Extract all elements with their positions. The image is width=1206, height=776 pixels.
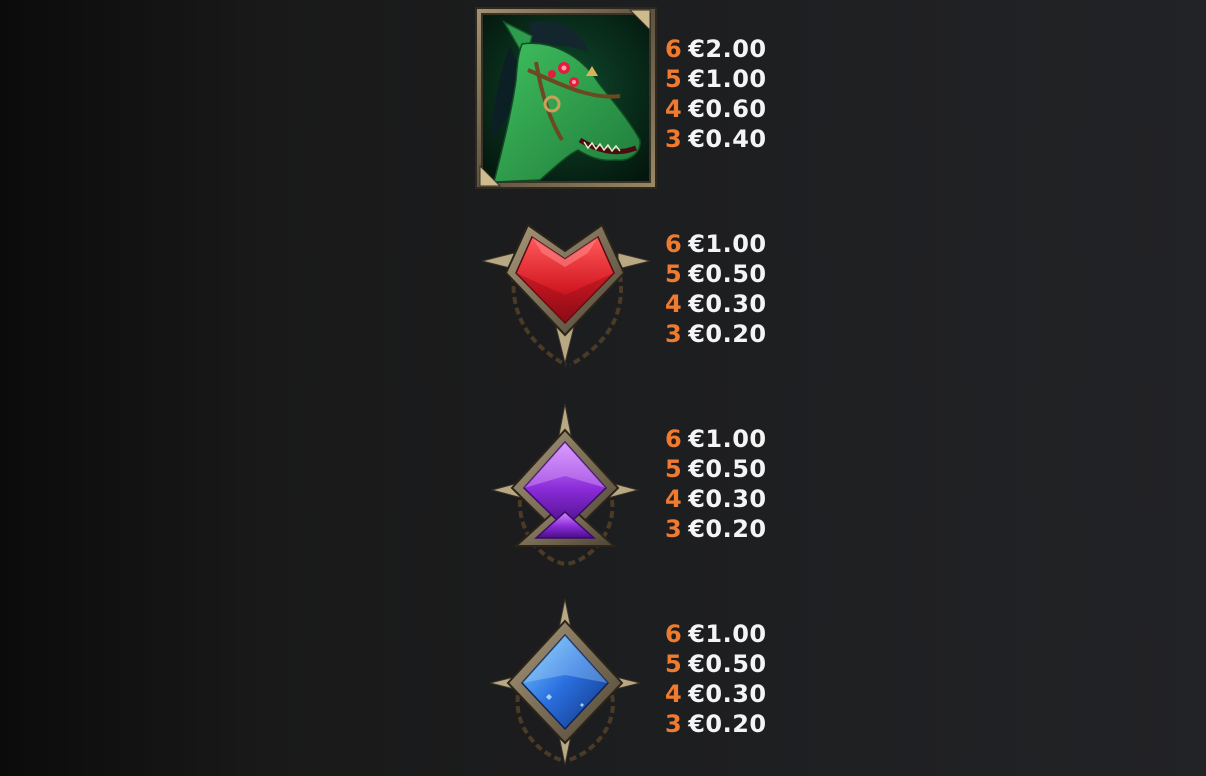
symbol-count: 3 (665, 320, 683, 348)
symbol-count: 5 (665, 65, 683, 93)
payout-line: 5 €0.50 (665, 649, 767, 679)
payout-list: 6 €1.00 5 €0.50 4 €0.30 3 €0.20 (665, 619, 767, 739)
blue-diamond-gem-icon (470, 585, 660, 775)
prize-amount: €1.00 (688, 65, 767, 93)
prize-amount: €2.00 (688, 35, 767, 63)
prize-amount: €1.00 (688, 230, 767, 258)
prize-amount: €0.30 (688, 680, 767, 708)
symbol-count: 5 (665, 260, 683, 288)
payout-line: 6 €1.00 (665, 229, 767, 259)
symbol-count: 4 (665, 485, 683, 513)
symbol-count: 3 (665, 515, 683, 543)
paytable: 6 €2.00 5 €1.00 4 €0.60 3 €0.40 6 €1.00 … (0, 0, 1206, 776)
prize-amount: €1.00 (688, 620, 767, 648)
symbol-count: 3 (665, 125, 683, 153)
payout-line: 3 €0.20 (665, 319, 767, 349)
prize-amount: €0.60 (688, 95, 767, 123)
prize-amount: €0.20 (688, 515, 767, 543)
payout-line: 3 €0.20 (665, 514, 767, 544)
symbol-count: 6 (665, 35, 683, 63)
payout-line: 5 €1.00 (665, 64, 767, 94)
purple-spade-gem-icon (470, 390, 660, 580)
payout-line: 4 €0.30 (665, 679, 767, 709)
prize-amount: €0.20 (688, 710, 767, 738)
symbol-count: 6 (665, 620, 683, 648)
symbol-count: 6 (665, 425, 683, 453)
symbol-count: 5 (665, 455, 683, 483)
symbol-count: 6 (665, 230, 683, 258)
payout-line: 4 €0.30 (665, 289, 767, 319)
prize-amount: €0.50 (688, 650, 767, 678)
payout-line: 6 €1.00 (665, 619, 767, 649)
payout-line: 3 €0.20 (665, 709, 767, 739)
symbol-row-spade: 6 €1.00 5 €0.50 4 €0.30 3 €0.20 (470, 390, 790, 580)
payout-line: 6 €1.00 (665, 424, 767, 454)
payout-line: 4 €0.30 (665, 484, 767, 514)
payout-list: 6 €2.00 5 €1.00 4 €0.60 3 €0.40 (665, 34, 767, 154)
payout-line: 4 €0.60 (665, 94, 767, 124)
symbol-count: 4 (665, 95, 683, 123)
symbol-count: 4 (665, 290, 683, 318)
payout-line: 5 €0.50 (665, 259, 767, 289)
prize-amount: €0.40 (688, 125, 767, 153)
payout-line: 3 €0.40 (665, 124, 767, 154)
prize-amount: €1.00 (688, 425, 767, 453)
symbol-row-diamond: 6 €1.00 5 €0.50 4 €0.30 3 €0.20 (470, 585, 790, 775)
prize-amount: €0.50 (688, 260, 767, 288)
symbol-count: 3 (665, 710, 683, 738)
green-horse-icon (470, 0, 660, 190)
symbol-count: 4 (665, 680, 683, 708)
prize-amount: €0.30 (688, 485, 767, 513)
payout-line: 5 €0.50 (665, 454, 767, 484)
symbol-count: 5 (665, 650, 683, 678)
payout-list: 6 €1.00 5 €0.50 4 €0.30 3 €0.20 (665, 229, 767, 349)
red-heart-gem-icon (470, 195, 660, 385)
prize-amount: €0.50 (688, 455, 767, 483)
prize-amount: €0.20 (688, 320, 767, 348)
payout-line: 6 €2.00 (665, 34, 767, 64)
symbol-row-heart: 6 €1.00 5 €0.50 4 €0.30 3 €0.20 (470, 195, 790, 385)
prize-amount: €0.30 (688, 290, 767, 318)
symbol-row-horse: 6 €2.00 5 €1.00 4 €0.60 3 €0.40 (470, 0, 790, 190)
payout-list: 6 €1.00 5 €0.50 4 €0.30 3 €0.20 (665, 424, 767, 544)
